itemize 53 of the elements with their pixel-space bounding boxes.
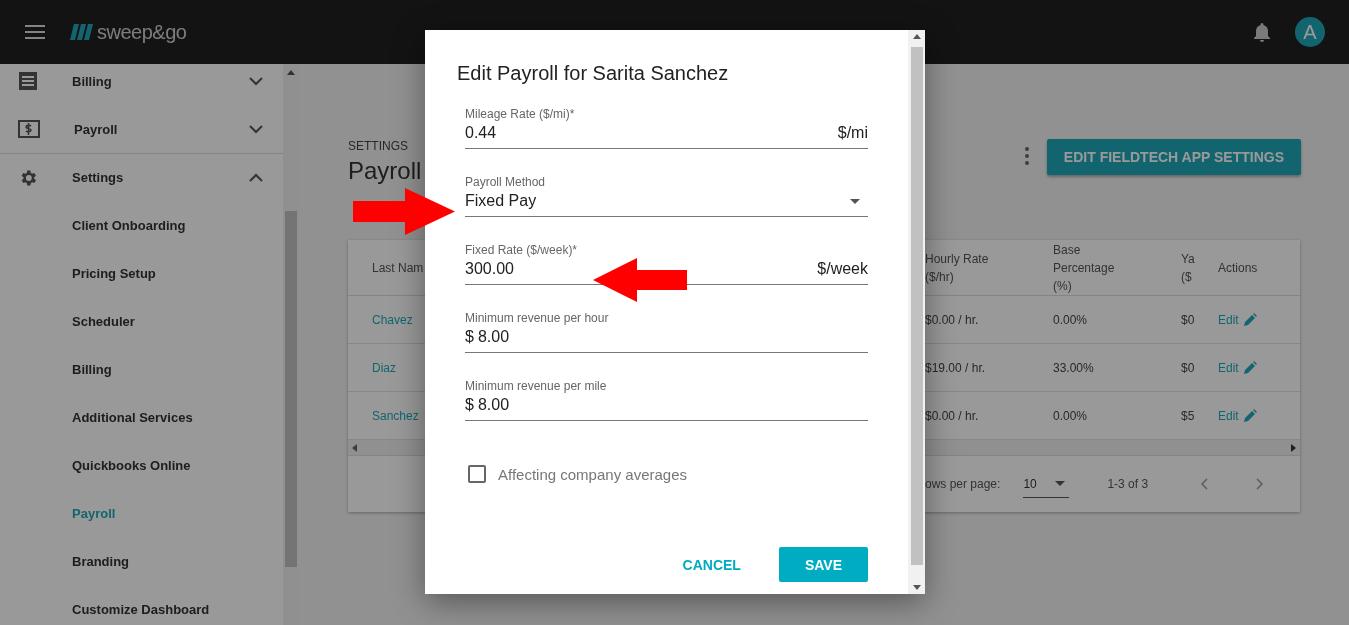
table-cell: 0.00% [1053,296,1181,344]
chevron-down-icon [249,76,263,86]
sidebar-subitem[interactable]: Customize Dashboard [0,585,283,625]
input-field[interactable]: Mileage Rate ($/mi)* 0.44 $/mi [465,107,868,149]
dialog-title: Edit Payroll for Sarita Sanchez [457,62,730,85]
pencil-icon [1242,360,1257,375]
menu-icon[interactable] [24,24,46,40]
rows-per-page-label: ows per page: [925,477,1001,491]
scroll-up-icon[interactable] [912,34,921,39]
sidebar-subitem[interactable]: Billing [0,345,283,393]
scroll-down-icon[interactable] [912,585,921,590]
page-title: Payroll [348,157,422,185]
chevron-down-icon [249,124,263,134]
sidebar-item[interactable]: Payroll [0,105,283,153]
checkbox-label: Affecting company averages [498,465,687,483]
checkbox[interactable] [468,465,486,483]
sidebar-subitem[interactable]: Quickbooks Online [0,441,283,489]
previous-page-icon[interactable] [1200,478,1209,490]
logo-icon [70,24,94,40]
dialog-scrollbar[interactable] [908,30,925,594]
sidebar-subitem[interactable]: Pricing Setup [0,249,283,297]
pencil-icon [1242,408,1257,423]
scroll-right-icon[interactable] [1291,443,1296,452]
caret-down-icon [1054,481,1065,486]
sidebar-subitem[interactable]: Branding [0,537,283,585]
sidebar-subitem[interactable]: Client Onboarding [0,201,283,249]
table-cell: $0 [1181,296,1218,344]
column-header: Ya ($ [1181,240,1218,296]
payroll-method-select[interactable]: Payroll Method Fixed Pay [465,175,868,217]
sidebar-subitem[interactable]: Scheduler [0,297,283,345]
next-page-icon[interactable] [1256,478,1265,490]
sidebar-item[interactable]: Billing [0,64,283,105]
sidebar-subitem[interactable]: Additional Services [0,393,283,441]
chevron-up-icon [249,173,263,182]
sidebar-item[interactable]: Settings [0,153,283,201]
pencil-icon [1242,312,1257,327]
more-icon[interactable] [1024,147,1029,165]
scroll-up-icon[interactable] [287,70,295,75]
table-cell: 33.00% [1053,344,1181,392]
logo-text: sweep&go [97,20,187,44]
breadcrumb: SETTINGS [348,139,409,153]
rows-per-page-select[interactable]: 10 [1023,470,1070,498]
table-cell: $0 [1181,344,1218,392]
scroll-left-icon[interactable] [352,443,357,452]
document-icon [18,71,38,91]
column-header: Base Percentage (%) [1053,240,1181,296]
caret-down-icon [850,198,860,204]
input-field[interactable]: Minimum revenue per hour $ 8.00 [465,311,868,353]
bell-icon[interactable] [1253,22,1271,42]
page-range: 1-3 of 3 [1107,477,1149,491]
input-field[interactable]: Minimum revenue per mile $ 8.00 [465,379,868,421]
column-header: Actions [1218,240,1300,296]
dollar-bill-icon [18,120,40,138]
